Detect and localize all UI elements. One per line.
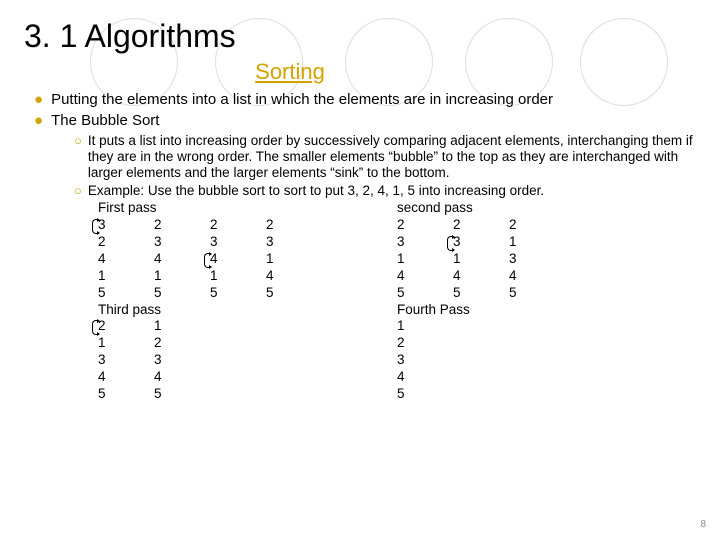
page-number: 8 (700, 519, 706, 530)
slide-subtitle: Sorting (0, 59, 720, 85)
bubble-sort-passes: First pass 32415 23415 23415 23145 (98, 200, 696, 403)
second-pass: second pass 23145 23145 21345 (397, 200, 696, 301)
bullet-icon: ● (34, 112, 43, 131)
bullet-bubble-sort: ● The Bubble Sort (34, 112, 696, 131)
subbullet-icon: ○ (74, 133, 82, 182)
third-pass: Third pass 21345 12345 (98, 302, 397, 403)
second-pass-col2: 23145 (453, 217, 509, 302)
subbullet-icon: ○ (74, 183, 82, 199)
bullet-definition: ● Putting the elements into a list in wh… (34, 91, 696, 110)
third-pass-col1: 21345 (98, 318, 154, 403)
bullet-text: Putting the elements into a list in whic… (51, 91, 553, 110)
subbullet-text: It puts a list into increasing order by … (88, 133, 696, 182)
second-pass-col3: 21345 (509, 217, 565, 302)
first-pass-col2: 23415 (154, 217, 210, 302)
fourth-pass-label: Fourth Pass (397, 302, 696, 318)
subbullet-description: ○ It puts a list into increasing order b… (74, 133, 696, 182)
first-pass-label: First pass (98, 200, 397, 216)
subbullet-example: ○ Example: Use the bubble sort to sort t… (74, 183, 696, 199)
first-pass-col3: 23415 (210, 217, 266, 302)
fourth-pass: Fourth Pass 12345 (397, 302, 696, 403)
bullet-text: The Bubble Sort (51, 112, 159, 131)
subbullet-text: Example: Use the bubble sort to sort to … (88, 183, 544, 199)
slide-content: ● Putting the elements into a list in wh… (0, 91, 720, 403)
third-pass-col2: 12345 (154, 318, 210, 403)
bullet-icon: ● (34, 91, 43, 110)
slide-title: 3. 1 Algorithms (0, 0, 720, 55)
second-pass-col1: 23145 (397, 217, 453, 302)
first-pass-col1: 32415 (98, 217, 154, 302)
first-pass: First pass 32415 23415 23415 23145 (98, 200, 397, 301)
second-pass-label: second pass (397, 200, 696, 216)
first-pass-col4: 23145 (266, 217, 322, 302)
fourth-pass-col1: 12345 (397, 318, 453, 403)
third-pass-label: Third pass (98, 302, 397, 318)
